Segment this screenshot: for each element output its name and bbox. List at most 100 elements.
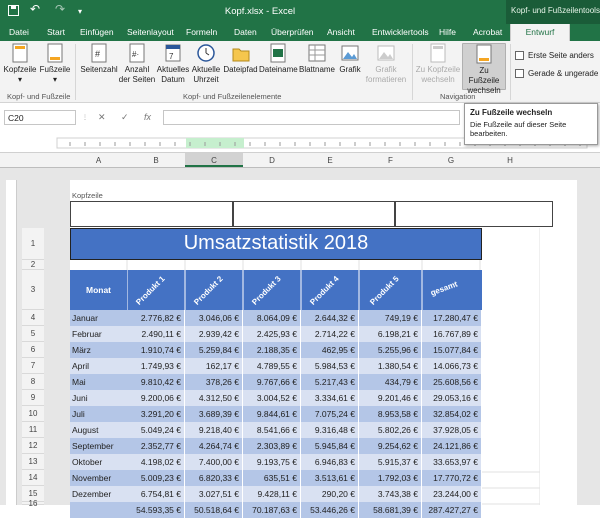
value-cell[interactable]: 378,26 €	[185, 374, 243, 390]
column-header-b[interactable]: B	[127, 156, 185, 165]
row-header[interactable]: 1	[22, 228, 44, 260]
row-header[interactable]: 4	[22, 310, 44, 326]
row-header[interactable]: 10	[22, 406, 44, 422]
value-cell[interactable]: 5.945,84 €	[301, 438, 359, 454]
value-cell[interactable]: 3.743,38 €	[359, 486, 422, 502]
value-cell[interactable]: 6.946,83 €	[301, 454, 359, 470]
value-cell[interactable]: 2.644,32 €	[301, 310, 359, 326]
value-cell[interactable]: 9.218,40 €	[185, 422, 243, 438]
value-cell[interactable]: 3.689,39 €	[185, 406, 243, 422]
row-header[interactable]: 8	[22, 374, 44, 390]
tab-ansicht[interactable]: Ansicht	[327, 27, 355, 37]
value-cell[interactable]: 2.714,22 €	[301, 326, 359, 342]
goto-footer-button[interactable]: Zu Fußzeile wechseln	[462, 43, 506, 95]
value-cell[interactable]: 434,79 €	[359, 374, 422, 390]
tab-formeln[interactable]: Formeln	[186, 27, 217, 37]
tab-datei[interactable]: Datei	[9, 27, 29, 37]
month-cell[interactable]: August	[72, 422, 127, 438]
formula-input[interactable]	[163, 110, 460, 125]
value-cell[interactable]: 8.064,09 €	[243, 310, 301, 326]
enter-icon[interactable]: ✓	[121, 112, 129, 123]
total-cell[interactable]: 17.770,72 €	[422, 470, 482, 486]
header-month[interactable]: Monat	[70, 270, 127, 310]
value-cell[interactable]: 290,20 €	[301, 486, 359, 502]
value-cell[interactable]: 7.075,24 €	[301, 406, 359, 422]
value-cell[interactable]: 4.789,55 €	[243, 358, 301, 374]
month-cell[interactable]	[72, 502, 127, 518]
value-cell[interactable]: 635,51 €	[243, 470, 301, 486]
month-cell[interactable]: April	[72, 358, 127, 374]
checkbox-box[interactable]	[515, 51, 524, 61]
header-button[interactable]: Kopfzeile ▾	[3, 43, 37, 85]
value-cell[interactable]: 5.009,23 €	[127, 470, 185, 486]
value-cell[interactable]: 5.049,24 €	[127, 422, 185, 438]
month-cell[interactable]: März	[72, 342, 127, 358]
value-cell[interactable]: 2.352,77 €	[127, 438, 185, 454]
value-cell[interactable]: 8.541,66 €	[243, 422, 301, 438]
month-cell[interactable]: Juni	[72, 390, 127, 406]
page-number-button[interactable]: # Seitenzahl	[80, 43, 118, 75]
value-cell[interactable]: 9.428,11 €	[243, 486, 301, 502]
total-cell[interactable]: 15.077,84 €	[422, 342, 482, 358]
tab-einfuegen[interactable]: Einfügen	[80, 27, 114, 37]
value-cell[interactable]: 2.490,11 €	[127, 326, 185, 342]
total-cell[interactable]: 24.121,86 €	[422, 438, 482, 454]
value-cell[interactable]: 2.425,93 €	[243, 326, 301, 342]
header-right-section[interactable]	[395, 201, 553, 227]
total-cell[interactable]: 23.244,00 €	[422, 486, 482, 502]
value-cell[interactable]: 9.193,75 €	[243, 454, 301, 470]
column-header-a[interactable]: A	[70, 156, 127, 165]
value-cell[interactable]: 4.198,02 €	[127, 454, 185, 470]
row-header[interactable]: 5	[22, 326, 44, 342]
value-cell[interactable]: 5.915,37 €	[359, 454, 422, 470]
value-cell[interactable]: 8.953,58 €	[359, 406, 422, 422]
row-header[interactable]: 3	[22, 270, 44, 310]
value-cell[interactable]: 9.254,62 €	[359, 438, 422, 454]
value-cell[interactable]: 6.754,81 €	[127, 486, 185, 502]
value-cell[interactable]: 3.004,52 €	[243, 390, 301, 406]
tab-hilfe[interactable]: Hilfe	[439, 27, 456, 37]
tab-entwurf[interactable]: Entwurf	[510, 24, 570, 41]
sheet-name-button[interactable]: Blattname	[297, 43, 337, 75]
value-cell[interactable]: 1.792,03 €	[359, 470, 422, 486]
header-left-section[interactable]	[70, 201, 233, 227]
column-header-f[interactable]: F	[359, 156, 422, 165]
column-header-e[interactable]: E	[301, 156, 359, 165]
month-cell[interactable]: Februar	[72, 326, 127, 342]
total-cell[interactable]: 16.767,89 €	[422, 326, 482, 342]
first-page-different-checkbox[interactable]: Erste Seite anders	[515, 51, 594, 61]
value-cell[interactable]: 749,19 €	[359, 310, 422, 326]
file-name-button[interactable]: Dateiname	[259, 43, 298, 75]
value-cell[interactable]: 58.681,39 €	[359, 502, 422, 518]
total-cell[interactable]: 33.653,97 €	[422, 454, 482, 470]
column-header-d[interactable]: D	[243, 156, 301, 165]
value-cell[interactable]: 9.810,42 €	[127, 374, 185, 390]
row-header[interactable]: 14	[22, 470, 44, 486]
footer-button[interactable]: Fußzeile ▾	[38, 43, 72, 85]
value-cell[interactable]: 70.187,63 €	[243, 502, 301, 518]
total-cell[interactable]: 25.608,56 €	[422, 374, 482, 390]
value-cell[interactable]: 462,95 €	[301, 342, 359, 358]
value-cell[interactable]: 3.291,20 €	[127, 406, 185, 422]
total-cell[interactable]: 287.427,27 €	[422, 502, 482, 518]
sheet-title[interactable]: Umsatzstatistik 2018	[70, 228, 482, 260]
format-picture-button[interactable]: Grafik formatieren	[363, 43, 409, 85]
tab-daten[interactable]: Daten	[234, 27, 257, 37]
value-cell[interactable]: 3.513,61 €	[301, 470, 359, 486]
value-cell[interactable]: 6.198,21 €	[359, 326, 422, 342]
insert-function-icon[interactable]: fx	[144, 112, 151, 122]
total-cell[interactable]: 32.854,02 €	[422, 406, 482, 422]
row-header[interactable]: 13	[22, 454, 44, 470]
total-cell[interactable]: 37.928,05 €	[422, 422, 482, 438]
value-cell[interactable]: 4.312,50 €	[185, 390, 243, 406]
value-cell[interactable]: 1.380,54 €	[359, 358, 422, 374]
value-cell[interactable]: 5.802,26 €	[359, 422, 422, 438]
value-cell[interactable]: 3.046,06 €	[185, 310, 243, 326]
value-cell[interactable]: 9.844,61 €	[243, 406, 301, 422]
file-path-button[interactable]: Dateipfad	[222, 43, 259, 75]
tab-acrobat[interactable]: Acrobat	[473, 27, 502, 37]
column-header-g[interactable]: G	[422, 156, 480, 165]
value-cell[interactable]: 5.259,84 €	[185, 342, 243, 358]
header-center-section[interactable]	[233, 201, 395, 227]
month-cell[interactable]: September	[72, 438, 127, 454]
